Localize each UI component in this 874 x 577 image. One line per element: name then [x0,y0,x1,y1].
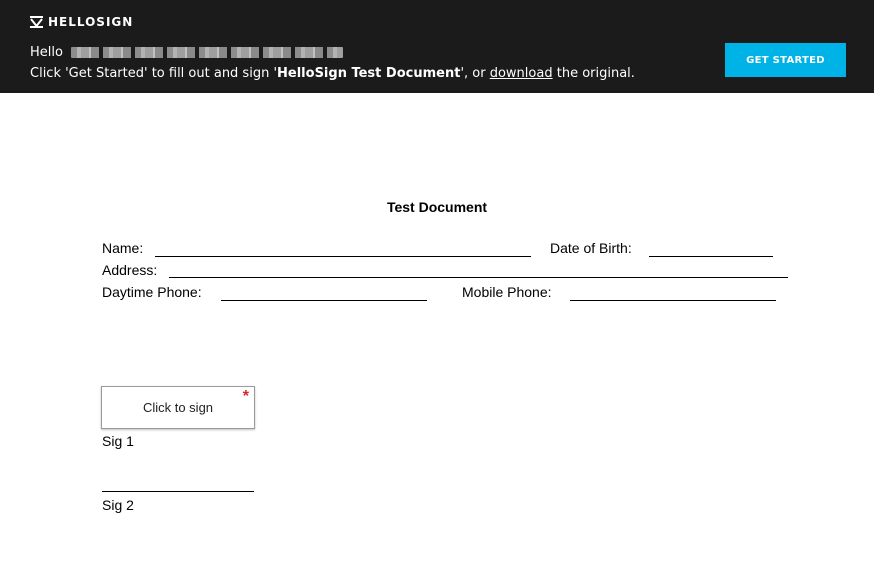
document-title: Test Document [386,199,488,215]
mobile-phone-label: Mobile Phone: [462,284,552,300]
hellosign-logo: HELLOSIGN [30,15,133,29]
sig1-label: Sig 1 [102,433,134,449]
instruction-suffix: the original. [552,66,635,81]
document-name: HelloSign Test Document [277,66,461,81]
greeting-line: Hello [30,45,343,60]
dob-label: Date of Birth: [550,240,632,256]
sig2-label: Sig 2 [102,497,134,513]
name-label: Name: [102,240,144,256]
hellosign-logo-icon [30,16,43,28]
instruction-prefix: Click 'Get Started' to fill out and sign… [30,66,278,81]
dob-field-line [649,256,773,257]
top-banner: HELLOSIGN Hello Click 'Get Started' to f… [0,0,874,93]
daytime-phone-field-line [221,300,427,301]
required-asterisk-icon: * [242,388,249,405]
address-label: Address: [102,262,158,278]
get-started-button[interactable]: GET STARTED [725,43,846,77]
daytime-phone-label: Daytime Phone: [102,284,202,300]
click-to-sign-field[interactable]: Click to sign * [101,386,255,429]
click-to-sign-label: Click to sign [142,400,214,415]
logo-text: HELLOSIGN [48,15,134,29]
instruction-text: Click 'Get Started' to fill out and sign… [30,66,635,81]
greeting-text: Hello [30,45,63,60]
redacted-recipient-name [70,47,343,58]
mobile-phone-field-line [570,300,776,301]
address-field-line [169,277,788,278]
sig2-line [102,491,254,492]
download-link[interactable]: download [490,66,553,81]
instruction-middle: ', or [460,66,490,81]
name-field-line [155,256,531,257]
